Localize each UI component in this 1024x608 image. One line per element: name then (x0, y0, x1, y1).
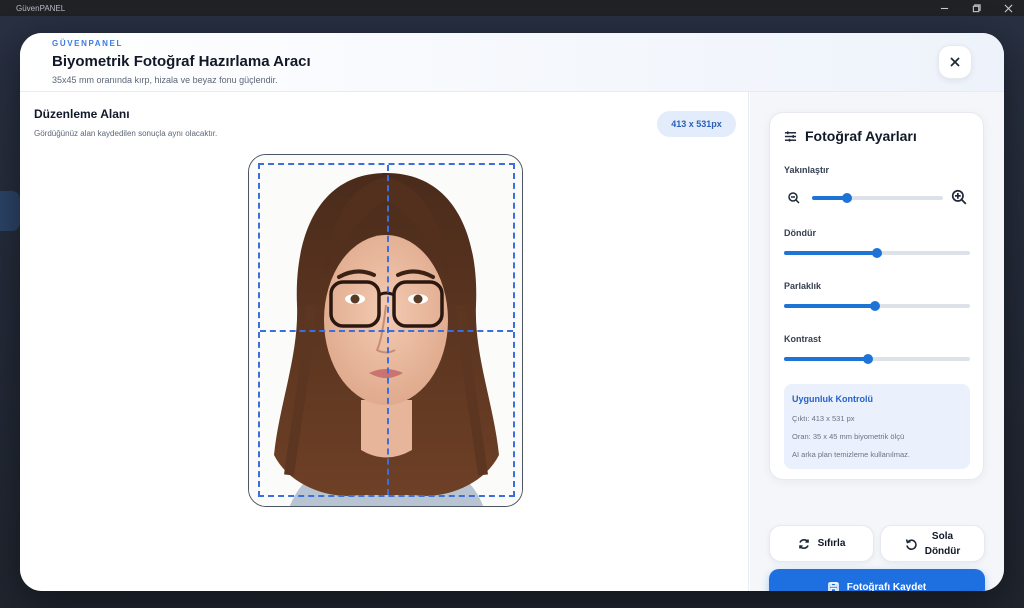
window-title: GüvenPANEL (16, 3, 66, 13)
modal-close-button[interactable] (938, 45, 972, 79)
rotate-slider[interactable] (784, 246, 970, 260)
crop-guide-frame (258, 163, 515, 497)
minimize-button[interactable] (928, 0, 960, 16)
minimize-icon (940, 7, 948, 9)
rotate-left-label-line1: Sola (931, 530, 954, 542)
compliance-ratio-line: Oran: 35 x 45 mm biyometrik ölçü (792, 432, 905, 441)
window-controls (928, 0, 1024, 16)
maximize-button[interactable] (960, 0, 992, 16)
refresh-icon (798, 538, 809, 549)
contrast-slider[interactable] (784, 352, 970, 366)
slider-thumb[interactable] (862, 354, 873, 364)
sliders-icon (784, 130, 797, 142)
compliance-title: Uygunluk Kontrolü (792, 394, 873, 404)
zoom-in-button[interactable] (951, 189, 967, 205)
close-icon (1004, 4, 1012, 12)
restore-icon (972, 3, 981, 12)
settings-title: Fotoğraf Ayarları (805, 128, 917, 144)
contrast-label: Kontrast (784, 334, 822, 344)
zoom-label: Yakınlaştır (784, 165, 830, 175)
reset-button[interactable]: Sıfırla (769, 525, 874, 562)
rotate-left-button[interactable]: Sola Döndür (880, 525, 985, 562)
save-icon (827, 581, 839, 591)
brightness-slider[interactable] (784, 299, 970, 313)
slider-thumb[interactable] (842, 193, 853, 203)
rotate-left-label-line2: Döndür (924, 545, 961, 557)
window-close-button[interactable] (992, 0, 1024, 16)
photo-crop-canvas[interactable] (248, 154, 523, 507)
zoom-slider[interactable] (812, 191, 943, 205)
output-size-badge: 413 x 531px (657, 111, 736, 137)
rotate-label: Döndür (784, 228, 816, 238)
close-icon (950, 57, 960, 67)
crop-guide-horizontal (260, 330, 513, 332)
edit-area: Düzenleme Alanı Gördüğünüz alan kaydedil… (20, 92, 749, 591)
brand-label: GÜVENPANEL (52, 39, 123, 48)
slider-fill (784, 304, 876, 308)
zoom-out-icon (788, 192, 800, 204)
slider-thumb[interactable] (870, 301, 881, 311)
compliance-check-box: Uygunluk Kontrolü Çıktı: 413 x 531 px Or… (784, 384, 970, 469)
save-label: Fotoğrafı Kaydet (846, 581, 927, 592)
modal-header: GÜVENPANEL Biyometrik Fotoğraf Hazırlama… (20, 33, 1004, 92)
compliance-output-line: Çıktı: 413 x 531 px (792, 414, 855, 423)
slider-fill (784, 357, 868, 361)
modal-title: Biyometrik Fotoğraf Hazırlama Aracı (52, 53, 311, 70)
zoom-out-button[interactable] (787, 191, 801, 205)
zoom-in-icon (951, 189, 967, 205)
rotate-left-icon (905, 538, 917, 550)
modal-subtitle: 35x45 mm oranında kırp, hizala ve beyaz … (52, 75, 278, 85)
settings-header: Fotoğraf Ayarları (784, 128, 917, 144)
slider-fill (784, 251, 877, 255)
brightness-label: Parlaklık (784, 281, 822, 291)
backdrop-accent (0, 191, 20, 231)
window-titlebar: GüvenPANEL (0, 0, 1024, 16)
save-photo-button[interactable]: Fotoğrafı Kaydet (769, 569, 985, 591)
compliance-ai-line: AI arka plan temizleme kullanılmaz. (792, 450, 910, 459)
slider-thumb[interactable] (872, 248, 882, 258)
reset-label: Sıfırla (817, 538, 846, 549)
settings-panel: Fotoğraf Ayarları Yakınlaştır Döndür Par… (750, 92, 1004, 591)
rotate-left-label: Sola Döndür (925, 529, 961, 559)
photo-settings-card: Fotoğraf Ayarları Yakınlaştır Döndür Par… (769, 112, 984, 480)
edit-area-subtitle: Gördüğünüz alan kaydedilen sonuçla aynı … (34, 129, 218, 138)
photo-editor-modal: GÜVENPANEL Biyometrik Fotoğraf Hazırlama… (20, 33, 1004, 591)
edit-area-title: Düzenleme Alanı (34, 107, 130, 121)
